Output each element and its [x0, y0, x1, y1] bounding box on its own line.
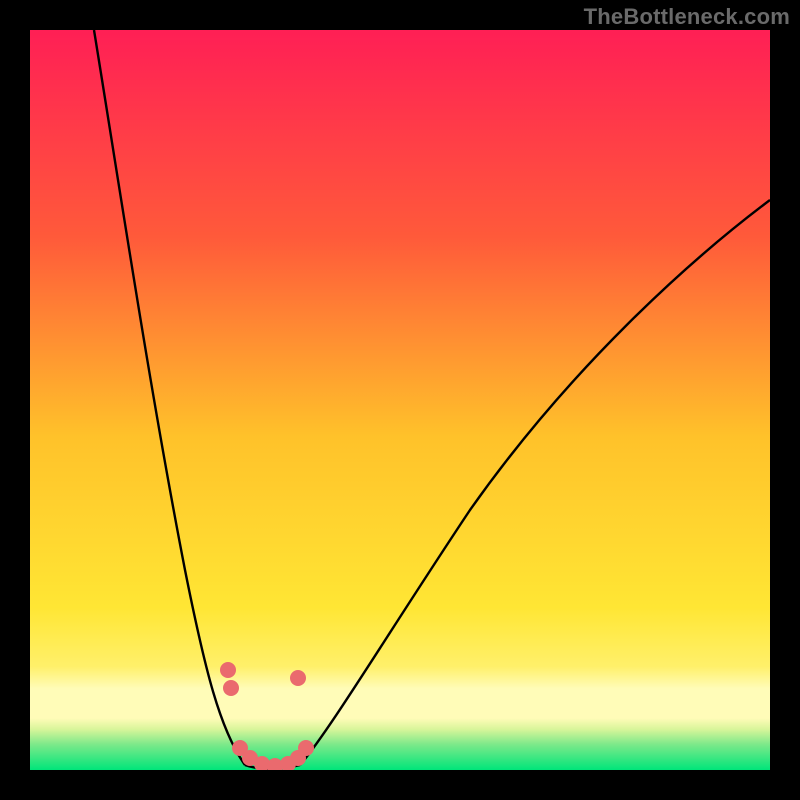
- watermark-text: TheBottleneck.com: [584, 4, 790, 30]
- marker-dot: [220, 662, 236, 678]
- plot-area: [30, 30, 770, 770]
- marker-dot: [298, 740, 314, 756]
- chart-container: TheBottleneck.com: [0, 0, 800, 800]
- right-curve: [300, 200, 770, 765]
- left-curve: [94, 30, 245, 765]
- marker-group: [220, 662, 314, 770]
- marker-dot: [290, 670, 306, 686]
- curve-layer: [30, 30, 770, 770]
- marker-dot: [223, 680, 239, 696]
